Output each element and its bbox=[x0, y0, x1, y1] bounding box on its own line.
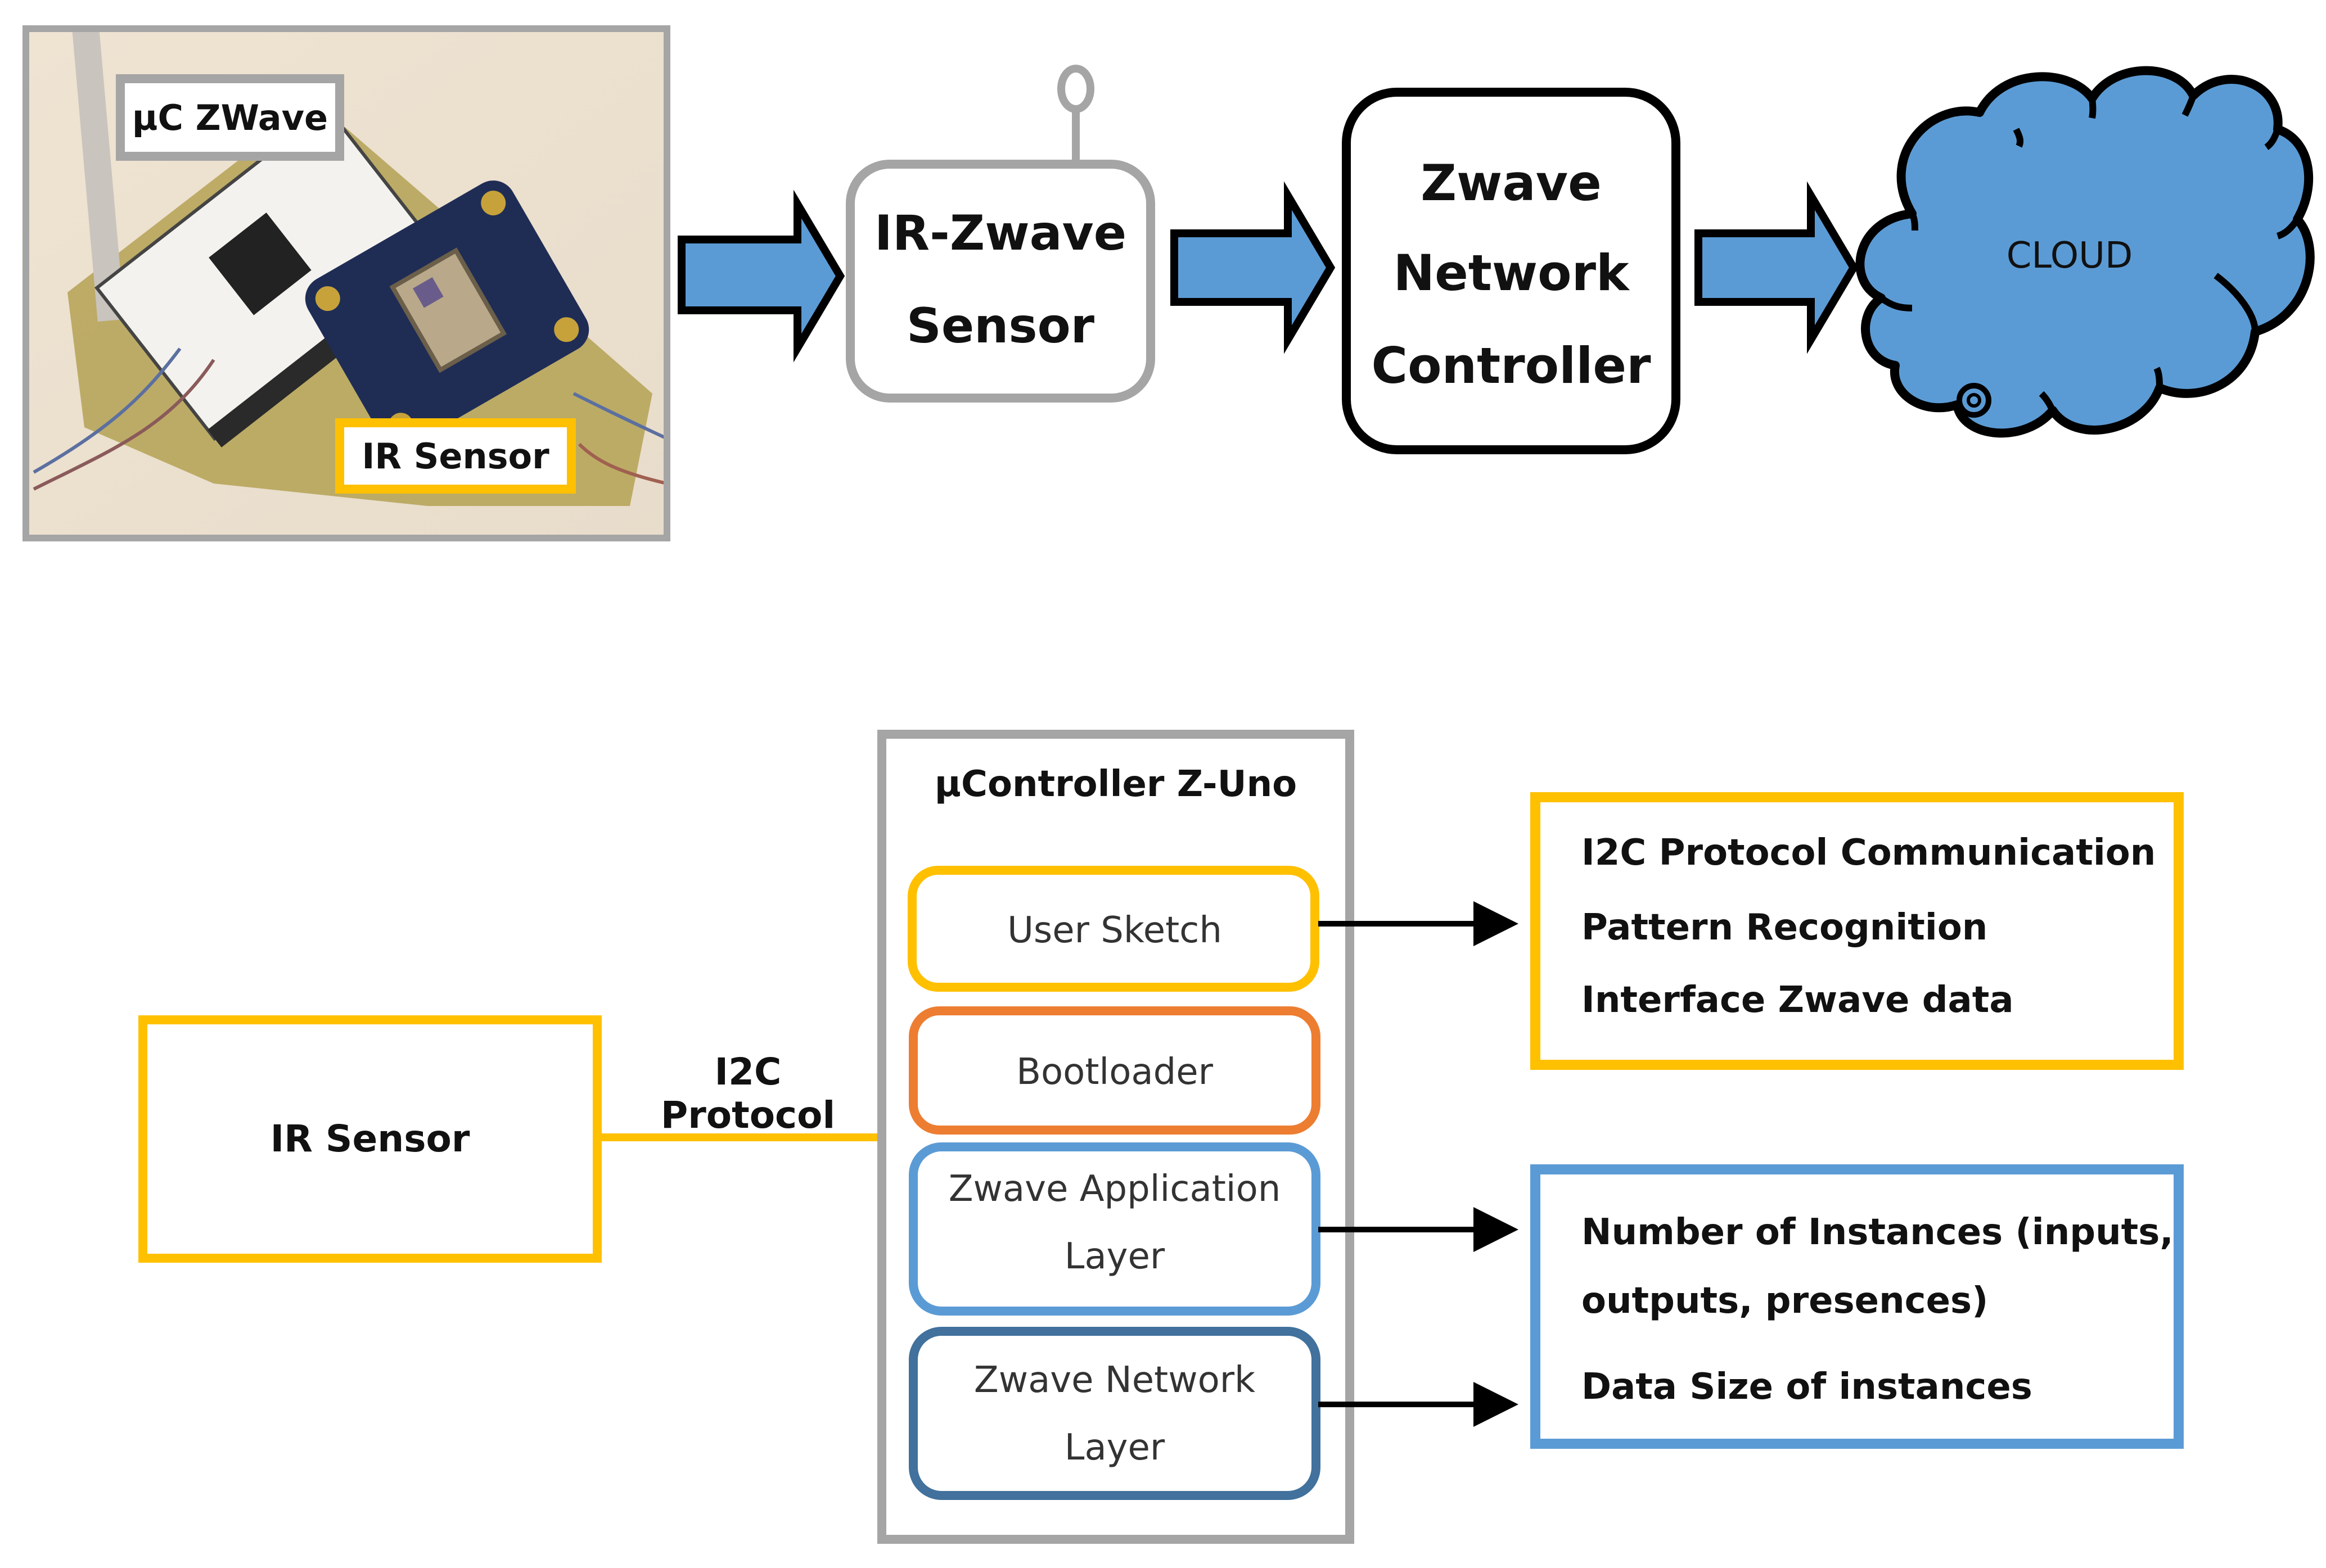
zuno-title: µController Z-Uno bbox=[934, 763, 1297, 805]
photo-label-microcontroller: µC ZWave bbox=[132, 97, 328, 138]
layer-label-network-line2: Layer bbox=[1064, 1427, 1165, 1468]
i2c-protocol-label: I2C Protocol bbox=[660, 1050, 836, 1137]
list-item: Data Size of instances bbox=[1581, 1366, 2032, 1408]
list-item: Interface Zwave data bbox=[1581, 979, 2014, 1021]
antenna-tip-icon bbox=[1057, 65, 1094, 113]
layer-label-application-line2: Layer bbox=[1064, 1236, 1165, 1277]
sketch-functions-list: I2C Protocol Communication Pattern Recog… bbox=[1581, 832, 2166, 1057]
cloud-label: CLOUD bbox=[2006, 235, 2133, 277]
flow-arrow-1 bbox=[678, 189, 845, 363]
layer-label-network-line1: Zwave Network bbox=[973, 1359, 1256, 1401]
flow-arrow-3 bbox=[1694, 181, 1859, 354]
list-item: Number of Instances (inputs, bbox=[1581, 1212, 2174, 1253]
photo-label-ir-sensor: IR Sensor bbox=[362, 435, 549, 477]
layer-label-application-line1: Zwave Application bbox=[948, 1168, 1281, 1210]
zwave-parameters-list: Number of Instances (inputs, outputs, pr… bbox=[1581, 1212, 2174, 1436]
list-item: I2C Protocol Communication bbox=[1581, 832, 2156, 874]
layer-label-user-sketch: User Sketch bbox=[1007, 910, 1222, 951]
list-item: Pattern Recognition bbox=[1581, 907, 1988, 948]
sensor-node-label-line2: Sensor bbox=[906, 298, 1095, 354]
controller-label-line3: Controller bbox=[1371, 336, 1651, 395]
flow-arrow-2 bbox=[1170, 181, 1336, 354]
controller-label-line2: Network bbox=[1393, 243, 1629, 302]
controller-label-line1: Zwave bbox=[1421, 153, 1602, 212]
ir-sensor-label: IR Sensor bbox=[270, 1117, 470, 1160]
layer-label-bootloader: Bootloader bbox=[1016, 1051, 1213, 1093]
sensor-node-label-line1: IR-Zwave bbox=[874, 205, 1127, 261]
list-item: outputs, presences) bbox=[1581, 1280, 1989, 1322]
